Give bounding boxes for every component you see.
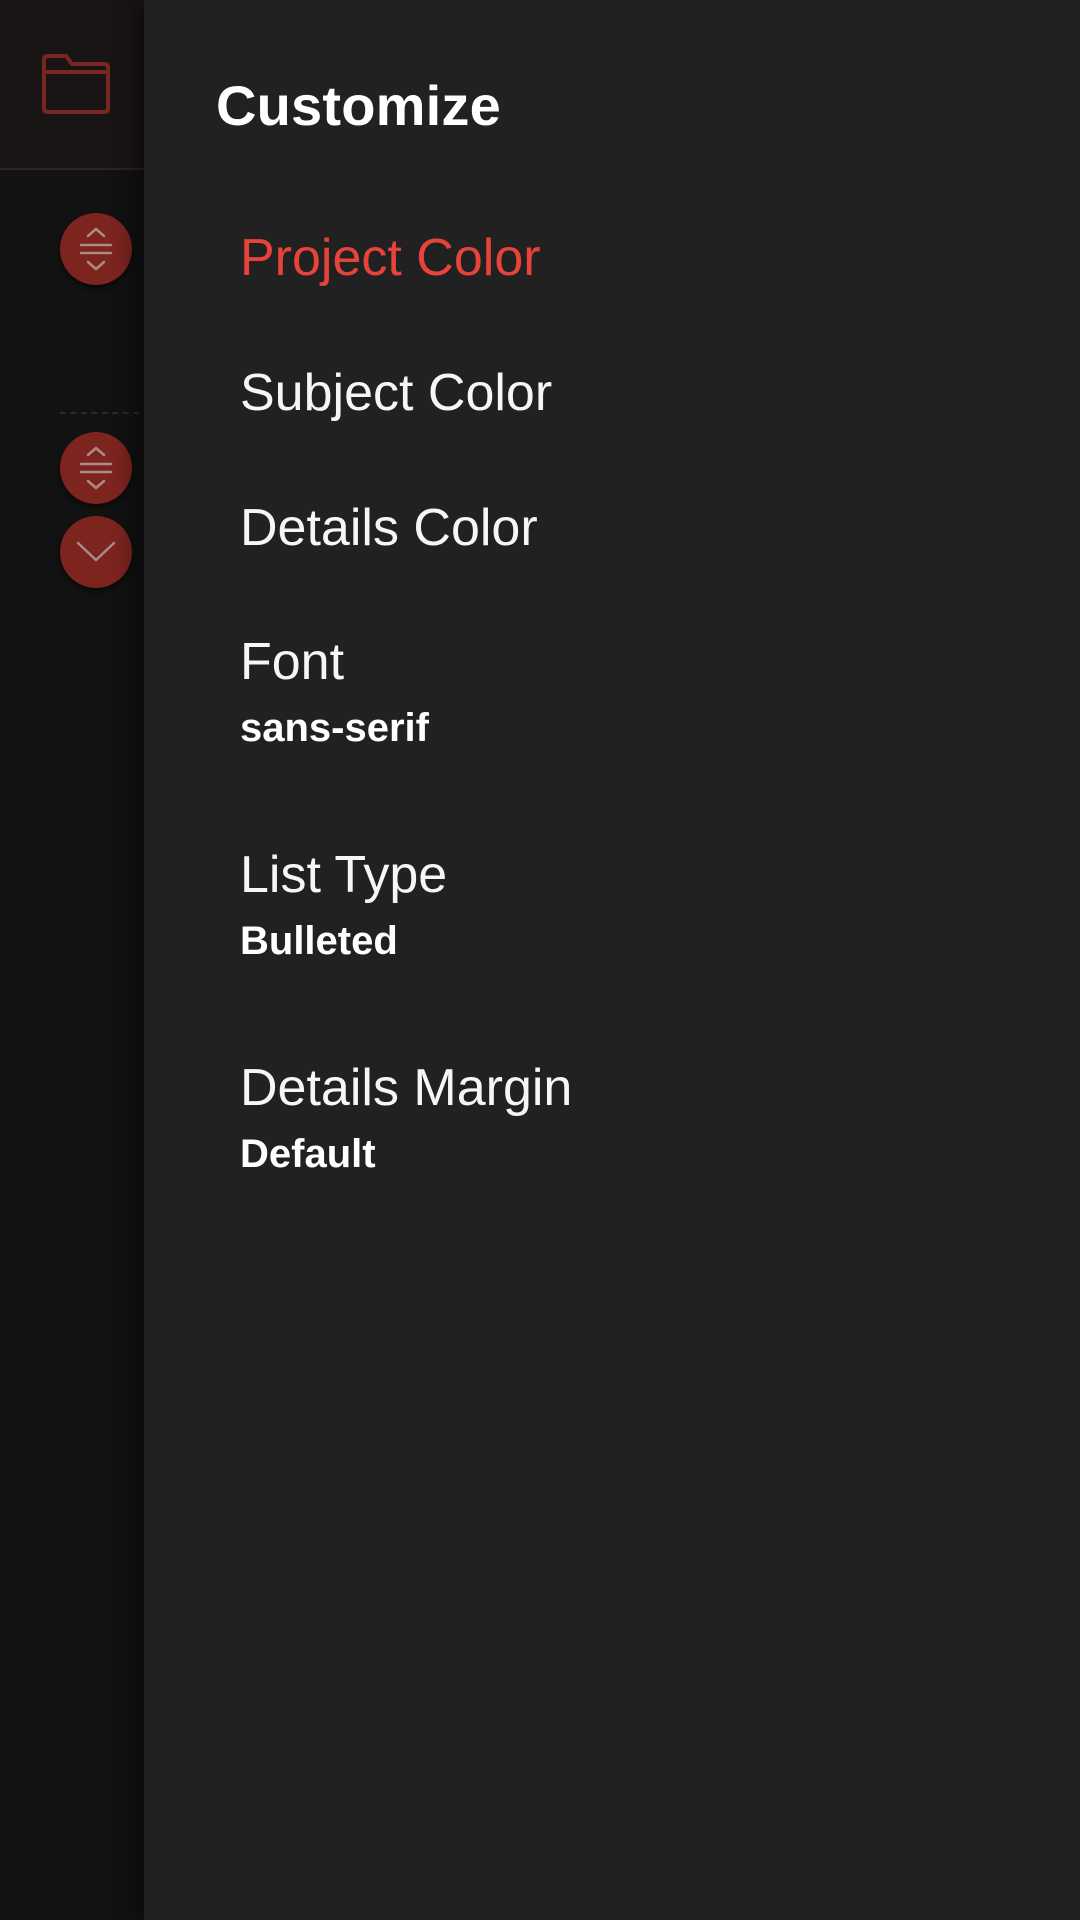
subject-color-item[interactable]: Subject Color [240,361,1000,425]
font-item[interactable]: Font sans-serif [240,630,1000,754]
chevron-down-icon [76,540,116,564]
app-root: Customize Project Color Subject Color De… [0,0,1080,1920]
drawer-title: Customize [216,74,501,137]
project-color-item[interactable]: Project Color [240,226,1000,290]
details-margin-label: Details Margin [240,1059,573,1117]
list-type-item[interactable]: List Type Bulleted [240,843,1000,967]
details-color-label: Details Color [240,499,538,557]
expand-collapse-icon [78,227,114,271]
background-toolbar [0,0,160,170]
customize-drawer: Customize Project Color Subject Color De… [144,0,1080,1920]
expand-collapse-button[interactable] [60,432,132,504]
project-color-label: Project Color [240,229,541,287]
details-color-item[interactable]: Details Color [240,496,1000,560]
font-value: sans-serif [240,706,429,750]
expand-collapse-button[interactable] [60,213,132,285]
folder-icon[interactable] [40,50,112,116]
subject-color-label: Subject Color [240,364,553,422]
list-type-value: Bulleted [240,919,398,963]
expand-collapse-icon [78,446,114,490]
collapse-button[interactable] [60,516,132,588]
background-app [0,0,160,1920]
details-margin-value: Default [240,1132,376,1176]
details-margin-item[interactable]: Details Margin Default [240,1056,1000,1180]
list-type-label: List Type [240,846,448,904]
font-label: Font [240,633,345,691]
